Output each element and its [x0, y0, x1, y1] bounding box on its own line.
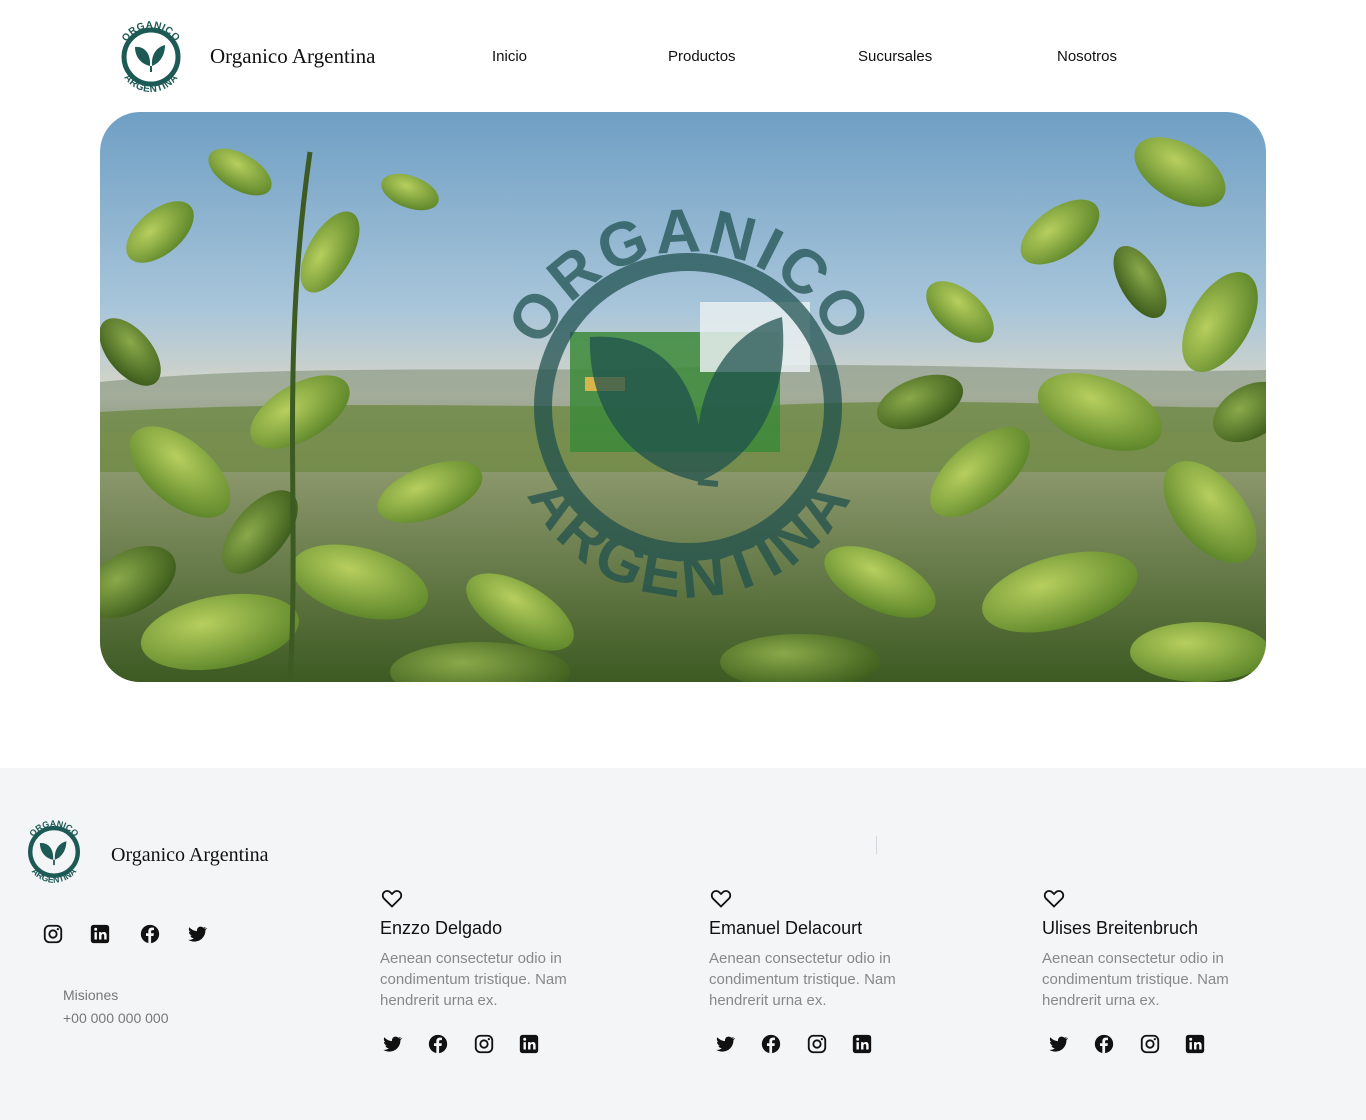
footer-divider: [876, 836, 877, 854]
team-member-description: Aenean consectetur odio in condimentum t…: [709, 950, 896, 1009]
team-card: Enzzo Delgado Aenean consectetur odio in…: [380, 886, 640, 1066]
footer-phone[interactable]: +00 000 000 000: [63, 1010, 169, 1026]
team-card: Emanuel Delacourt Aenean consectetur odi…: [709, 886, 969, 1066]
team-member-name: Ulises Breitenbruch: [1042, 918, 1199, 938]
twitter-icon[interactable]: [185, 922, 209, 946]
instagram-icon[interactable]: [1138, 1032, 1162, 1056]
facebook-icon[interactable]: [426, 1032, 450, 1056]
organico-logo[interactable]: ORGANICO ARGENTINA: [113, 14, 189, 98]
facebook-icon[interactable]: [1092, 1032, 1116, 1056]
heart-icon[interactable]: [709, 886, 733, 910]
team-member-name: Emanuel Delacourt: [709, 918, 863, 938]
nav-inicio[interactable]: Inicio: [492, 48, 527, 65]
brand-name[interactable]: Organico Argentina: [210, 44, 375, 69]
twitter-icon[interactable]: [1046, 1032, 1070, 1056]
team-card: Ulises Breitenbruch Aenean consectetur o…: [1042, 886, 1302, 1066]
twitter-icon[interactable]: [380, 1032, 404, 1056]
facebook-icon[interactable]: [759, 1032, 783, 1056]
heart-icon[interactable]: [380, 886, 404, 910]
nav-nosotros[interactable]: Nosotros: [1057, 48, 1117, 65]
svg-text:ARGENTINA: ARGENTINA: [30, 866, 79, 885]
facebook-icon[interactable]: [138, 922, 162, 946]
instagram-icon[interactable]: [472, 1032, 496, 1056]
nav-sucursales[interactable]: Sucursales: [858, 48, 932, 65]
instagram-icon[interactable]: [805, 1032, 829, 1056]
twitter-icon[interactable]: [713, 1032, 737, 1056]
heart-icon[interactable]: [1042, 886, 1066, 910]
team-member-description: Aenean consectetur odio in condimentum t…: [1042, 950, 1229, 1009]
footer-logo[interactable]: ORGANICO ARGENTINA: [19, 814, 89, 888]
linkedin-icon[interactable]: [517, 1032, 541, 1056]
linkedin-icon[interactable]: [88, 922, 112, 946]
nav-productos[interactable]: Productos: [668, 48, 736, 65]
footer-city: Misiones: [63, 987, 119, 1003]
hero-image: ORGANICO ARGENTINA: [100, 112, 1266, 682]
team-member-description: Aenean consectetur odio in condimentum t…: [380, 950, 567, 1009]
linkedin-icon[interactable]: [850, 1032, 874, 1056]
team-member-name: Enzzo Delgado: [380, 918, 503, 938]
instagram-icon[interactable]: [41, 922, 65, 946]
site-footer: ORGANICO ARGENTINA Organico Argentina Mi…: [0, 768, 1366, 1120]
footer-brand-name: Organico Argentina: [111, 844, 269, 866]
linkedin-icon[interactable]: [1183, 1032, 1207, 1056]
hero-banner: ORGANICO ARGENTINA: [100, 112, 1266, 682]
site-header: ORGANICO ARGENTINA Organico Argentina In…: [0, 0, 1366, 112]
